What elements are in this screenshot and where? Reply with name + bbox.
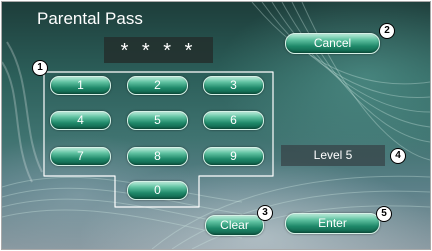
- keypad-key-6[interactable]: 6: [203, 111, 264, 130]
- keypad-key-4[interactable]: 4: [50, 111, 111, 130]
- parental-pass-screen: Parental Pass * * * * 1 2 3 4 5 6 7 8 9 …: [1, 1, 431, 250]
- keypad-key-7[interactable]: 7: [50, 147, 111, 166]
- callout-marker-1: 1: [32, 60, 48, 76]
- pin-display: * * * *: [104, 37, 213, 63]
- page-title: Parental Pass: [37, 9, 143, 28]
- callout-marker-2: 2: [379, 23, 395, 39]
- keypad-key-9[interactable]: 9: [203, 147, 264, 166]
- callout-marker-4: 4: [390, 148, 406, 164]
- keypad-key-5[interactable]: 5: [127, 111, 188, 130]
- clear-button[interactable]: Clear: [205, 215, 264, 236]
- enter-button[interactable]: Enter: [285, 213, 380, 234]
- keypad-key-0[interactable]: 0: [127, 181, 188, 200]
- keypad-key-8[interactable]: 8: [127, 147, 188, 166]
- cancel-button[interactable]: Cancel: [285, 33, 380, 54]
- level-indicator: Level 5: [281, 145, 385, 166]
- callout-marker-5: 5: [376, 206, 392, 222]
- keypad-key-1[interactable]: 1: [50, 76, 111, 95]
- keypad-key-3[interactable]: 3: [203, 76, 264, 95]
- callout-marker-3: 3: [257, 205, 273, 221]
- keypad-key-2[interactable]: 2: [127, 76, 188, 95]
